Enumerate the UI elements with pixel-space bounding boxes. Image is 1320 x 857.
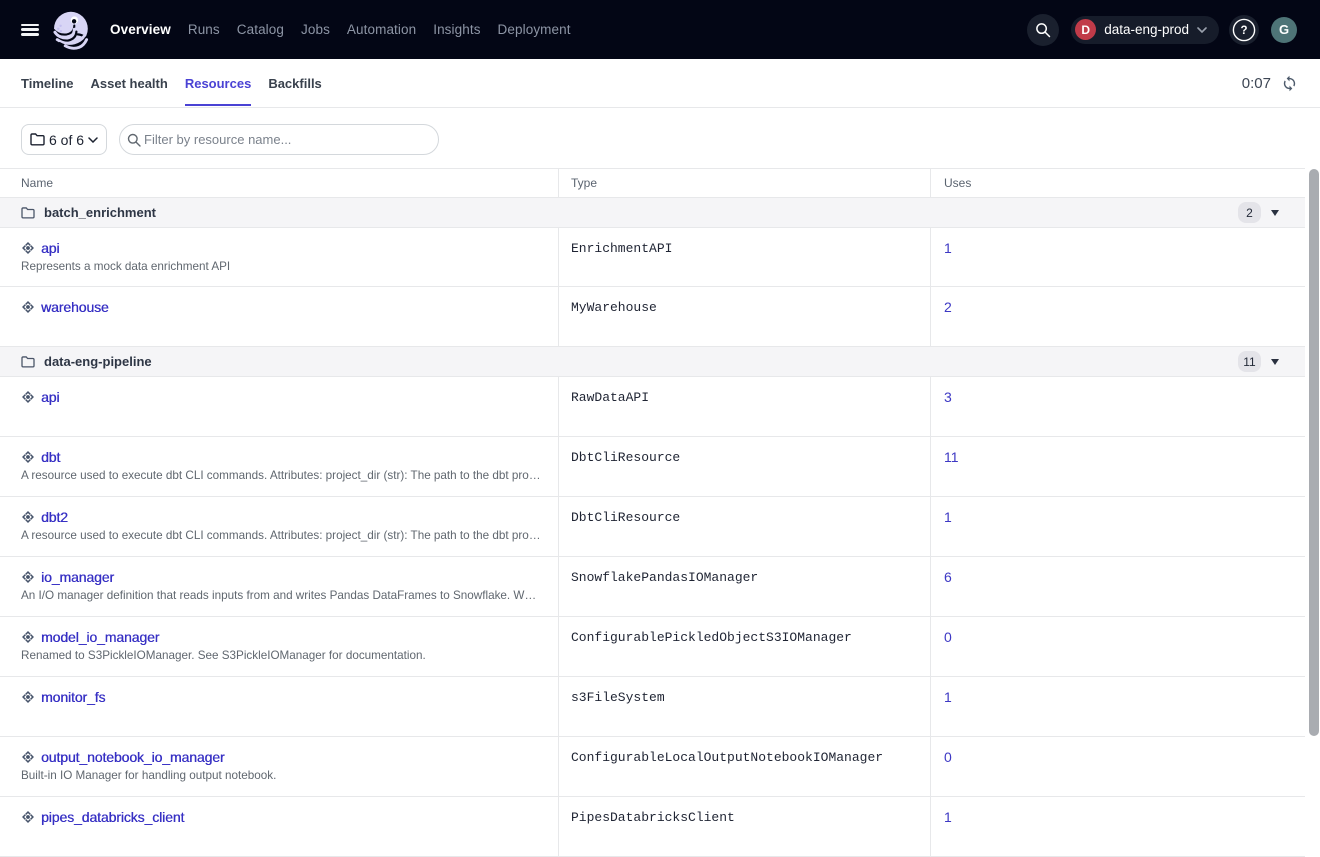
svg-text:?: ? (1240, 25, 1247, 37)
